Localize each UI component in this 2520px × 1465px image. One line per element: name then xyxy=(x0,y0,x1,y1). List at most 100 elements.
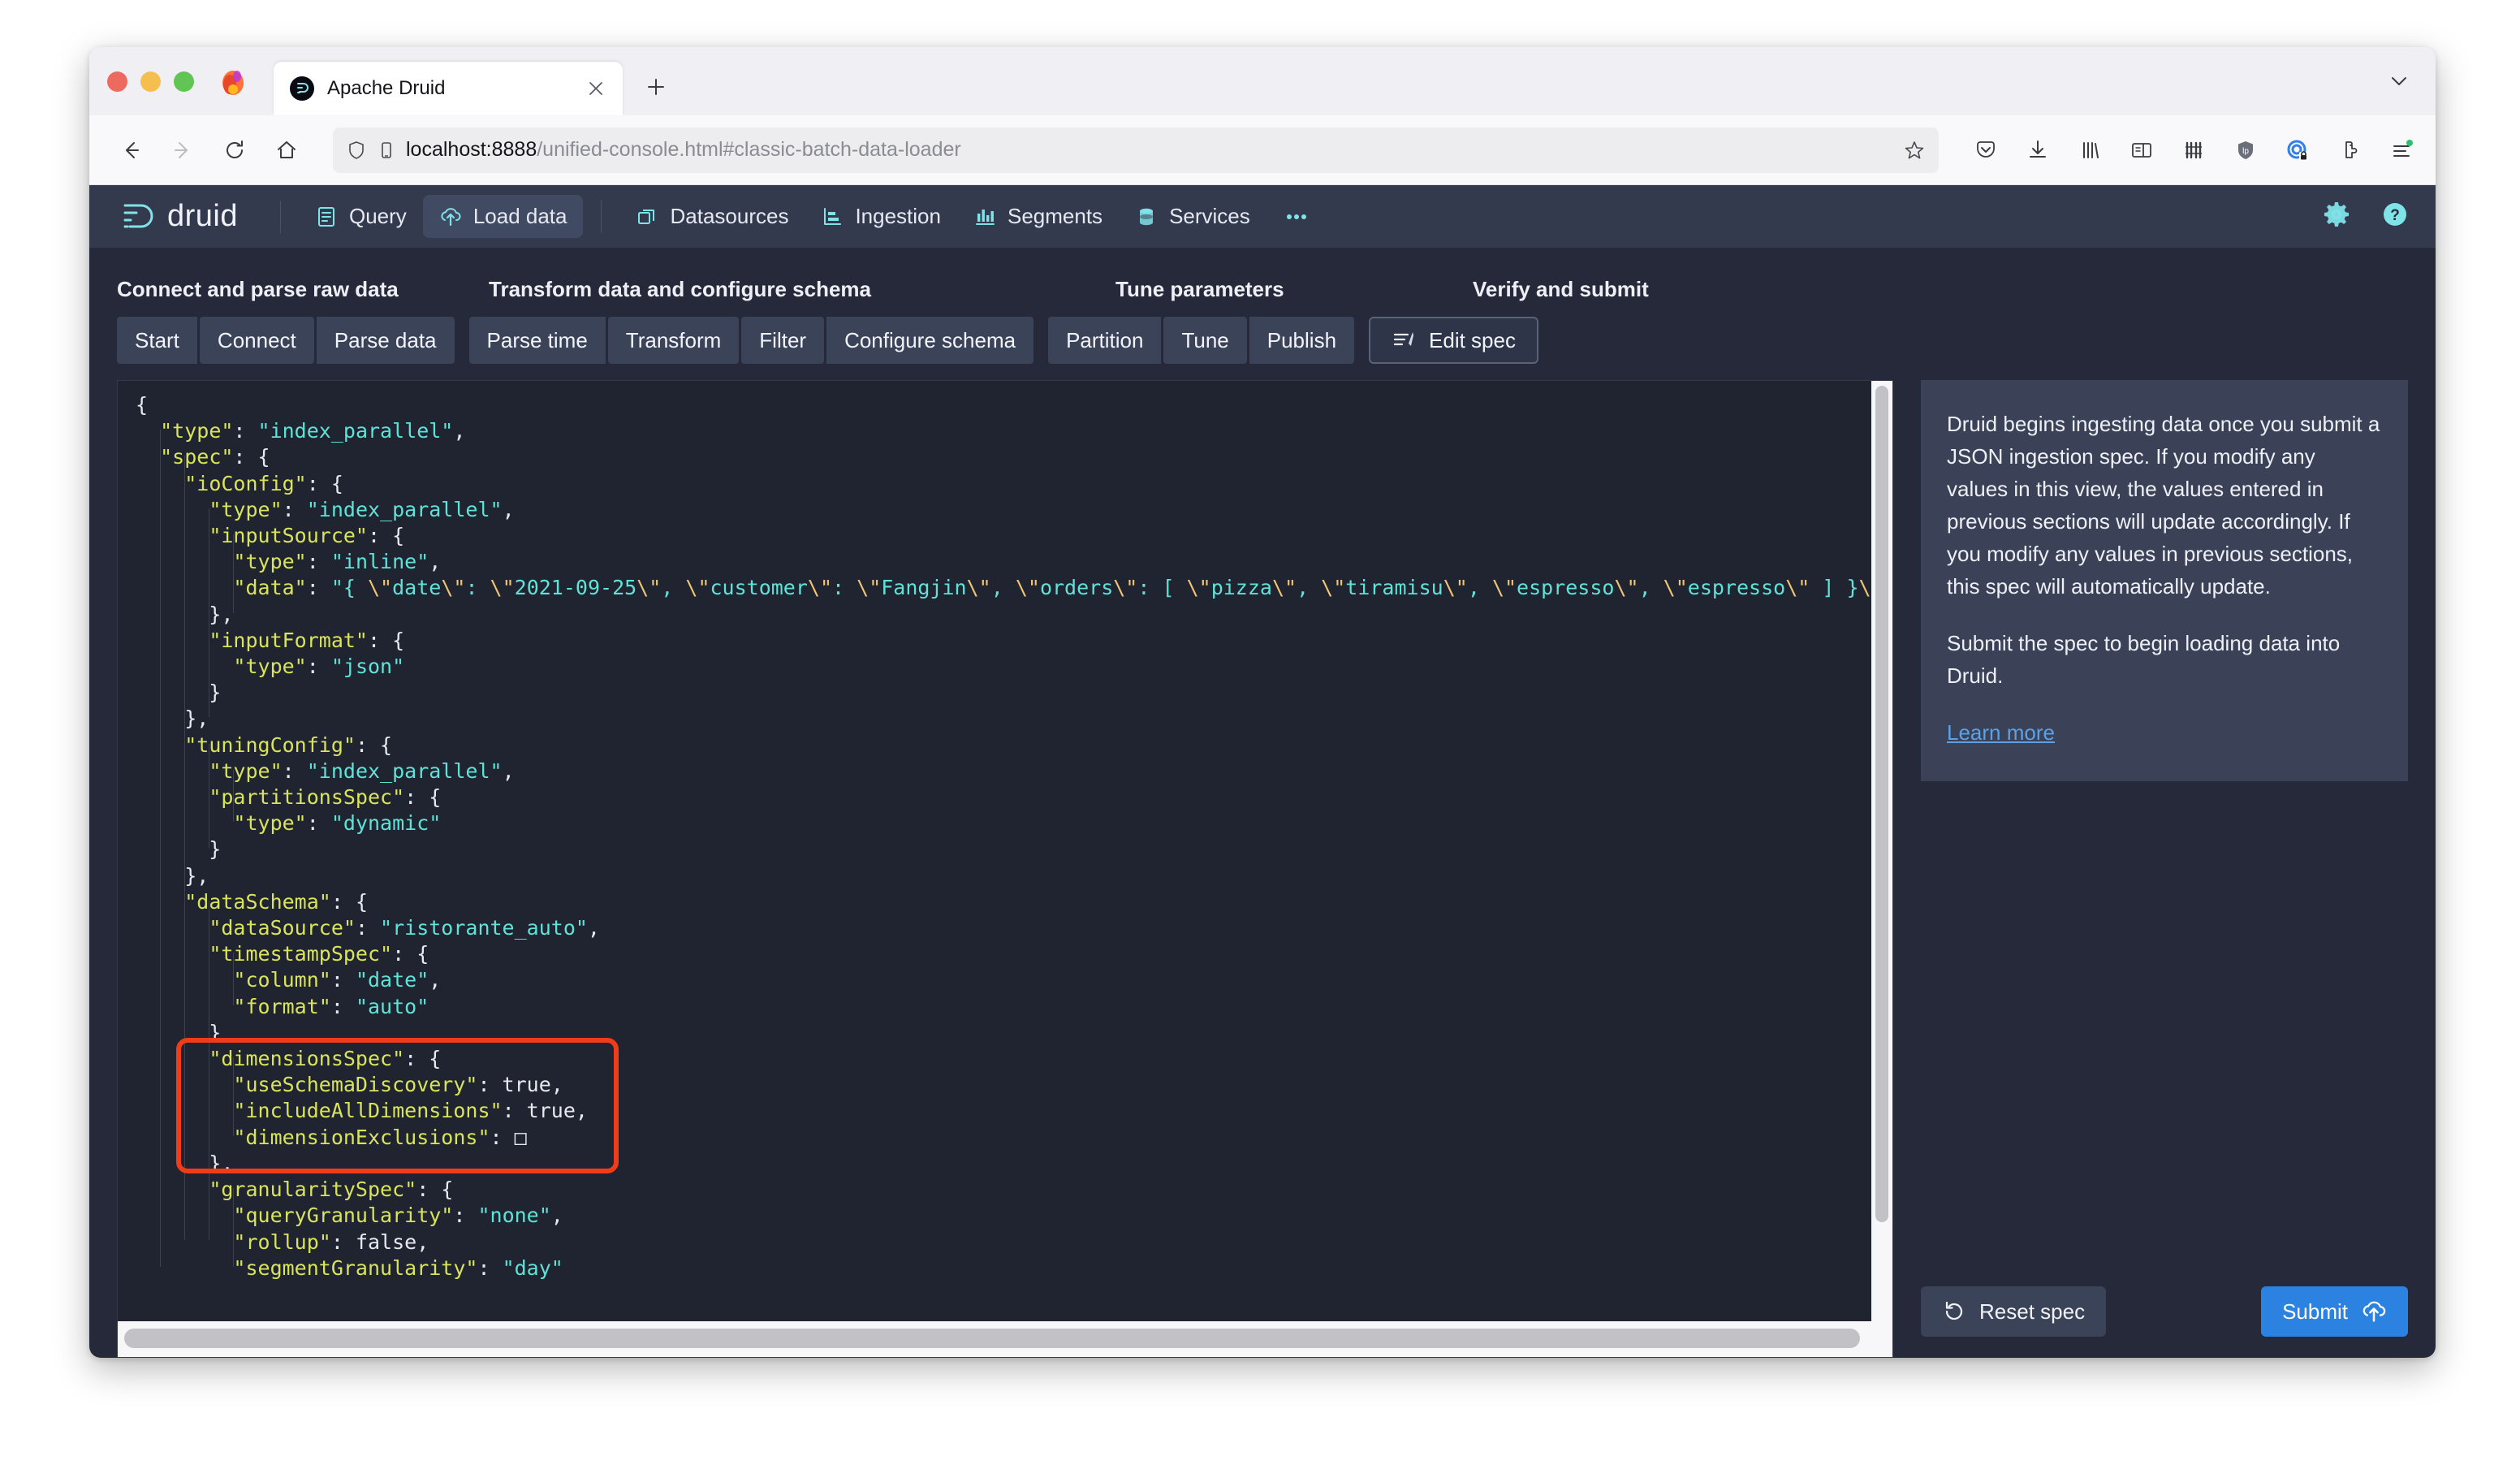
code-line: "format": "auto" xyxy=(136,994,1892,1020)
code-line: "data": "{ \"date\": \"2021-09-25\", \"c… xyxy=(136,575,1892,601)
browser-tab[interactable]: Apache Druid xyxy=(274,62,623,115)
code-line: "ioConfig": { xyxy=(136,471,1892,497)
wizard-step-bar: Connect and parse raw data Transform dat… xyxy=(89,248,2436,364)
edit-spec-icon xyxy=(1392,328,1416,352)
privacy-badger-icon[interactable] xyxy=(2280,132,2315,168)
editor-horizontal-scrollbar[interactable] xyxy=(118,1321,1871,1357)
code-line: "queryGranularity": "none", xyxy=(136,1203,1892,1229)
nav-item-ingestion[interactable]: Ingestion xyxy=(805,195,957,238)
nav-item-query[interactable]: Query xyxy=(299,195,423,238)
code-line: "spec": { xyxy=(136,444,1892,470)
code-line: "timestampSpec": { xyxy=(136,941,1892,967)
nav-item-label: Datasources xyxy=(670,204,788,229)
pocket-icon[interactable] xyxy=(1968,132,2004,168)
maximize-window-button[interactable] xyxy=(174,71,194,92)
url-text[interactable]: localhost:8888/unified-console.html#clas… xyxy=(406,138,1893,162)
help-icon[interactable]: ? xyxy=(2380,200,2410,233)
firefox-logo-icon xyxy=(217,65,249,97)
code-line: "dataSchema": { xyxy=(136,889,1892,915)
step-header-verify: Verify and submit xyxy=(1473,277,1716,302)
code-line: }, xyxy=(136,863,1892,889)
desktop-background: Apache Druid xyxy=(0,0,2520,1465)
side-panel-spacer xyxy=(1921,781,2408,1267)
nav-item-datasources[interactable]: Datasources xyxy=(619,195,805,238)
containers-icon[interactable] xyxy=(2176,132,2211,168)
code-line: "type": "index_parallel", xyxy=(136,758,1892,784)
step-button-start[interactable]: Start xyxy=(117,317,197,364)
close-window-button[interactable] xyxy=(107,71,127,92)
code-indent-guide xyxy=(233,1188,234,1267)
step-button-parse-data[interactable]: Parse data xyxy=(317,317,455,364)
code-line: }, xyxy=(136,602,1892,628)
editor-horizontal-scroll-thumb[interactable] xyxy=(124,1329,1860,1348)
step-button-configure-schema[interactable]: Configure schema xyxy=(826,317,1033,364)
plus-icon[interactable] xyxy=(637,68,675,106)
nav-item-label: Load data xyxy=(473,204,567,229)
step-group-transform: Parse time Transform Filter Configure sc… xyxy=(469,317,1034,364)
druid-navbar-right: ? xyxy=(2322,200,2410,233)
app-menu-icon[interactable] xyxy=(2384,132,2419,168)
code-line: "rollup": false, xyxy=(136,1229,1892,1255)
spec-json-code[interactable]: { "type": "index_parallel", "spec": { "i… xyxy=(118,392,1892,1357)
sidebar-icon[interactable] xyxy=(2124,132,2160,168)
gear-icon[interactable] xyxy=(2322,200,2351,233)
step-button-publish[interactable]: Publish xyxy=(1249,317,1354,364)
step-button-filter[interactable]: Filter xyxy=(741,317,824,364)
druid-navbar: druid Query Load data xyxy=(89,185,2436,248)
step-button-transform[interactable]: Transform xyxy=(608,317,740,364)
home-icon[interactable] xyxy=(263,127,310,174)
step-group-connect: Start Connect Parse data xyxy=(117,317,455,364)
forward-arrow-icon[interactable] xyxy=(159,127,206,174)
step-group-tune: Partition Tune Publish xyxy=(1048,317,1354,364)
wizard-step-buttons: Start Connect Parse data Parse time Tran… xyxy=(117,317,2408,364)
ingestion-icon xyxy=(821,205,844,228)
star-icon[interactable] xyxy=(1903,139,1926,162)
step-header-tune: Tune parameters xyxy=(1115,277,1473,302)
downloads-icon[interactable] xyxy=(2020,132,2056,168)
druid-console: druid Query Load data xyxy=(89,185,2436,1358)
datasources-icon xyxy=(636,205,658,228)
page-icon[interactable] xyxy=(377,140,396,160)
shield-icon[interactable] xyxy=(346,140,367,161)
step-header-transform: Transform data and configure schema xyxy=(489,277,1115,302)
code-line: "inputFormat": { xyxy=(136,628,1892,654)
reset-spec-button[interactable]: Reset spec xyxy=(1921,1286,2106,1337)
lastpass-icon[interactable]: lp xyxy=(2228,132,2263,168)
druid-logo[interactable]: druid xyxy=(117,199,262,235)
step-button-partition[interactable]: Partition xyxy=(1048,317,1161,364)
browser-tab-strip: Apache Druid xyxy=(89,47,2436,115)
code-indent-guide xyxy=(184,456,185,1240)
learn-more-link[interactable]: Learn more xyxy=(1947,720,2055,745)
code-line: "type": "json" xyxy=(136,654,1892,680)
nav-item-more[interactable] xyxy=(1266,197,1327,237)
nav-item-label: Services xyxy=(1169,204,1250,229)
library-icon[interactable] xyxy=(2072,132,2108,168)
code-line: }, xyxy=(136,1151,1892,1177)
submit-button[interactable]: Submit xyxy=(2261,1286,2408,1337)
reset-icon xyxy=(1942,1299,1966,1324)
step-button-connect[interactable]: Connect xyxy=(200,317,314,364)
spec-json-editor[interactable]: { "type": "index_parallel", "spec": { "i… xyxy=(117,380,1893,1358)
chevron-down-icon[interactable] xyxy=(2385,67,2413,99)
code-line: "granularitySpec": { xyxy=(136,1177,1892,1203)
code-line: "type": "index_parallel", xyxy=(136,497,1892,523)
code-line: } xyxy=(136,680,1892,706)
nav-item-services[interactable]: Services xyxy=(1119,195,1266,238)
back-arrow-icon[interactable] xyxy=(107,127,154,174)
editor-vertical-scrollbar[interactable] xyxy=(1871,381,1892,1357)
minimize-window-button[interactable] xyxy=(140,71,161,92)
info-card: Druid begins ingesting data once you sub… xyxy=(1921,380,2408,781)
step-header-connect: Connect and parse raw data xyxy=(117,277,489,302)
close-icon[interactable] xyxy=(584,76,608,101)
code-line: "column": "date", xyxy=(136,967,1892,993)
step-button-parse-time[interactable]: Parse time xyxy=(469,317,606,364)
reload-icon[interactable] xyxy=(211,127,258,174)
editor-vertical-scroll-thumb[interactable] xyxy=(1875,386,1888,1222)
url-bar[interactable]: localhost:8888/unified-console.html#clas… xyxy=(333,127,1939,173)
nav-item-segments[interactable]: Segments xyxy=(957,195,1119,238)
nav-item-load-data[interactable]: Load data xyxy=(423,195,584,238)
extensions-icon[interactable] xyxy=(2332,132,2367,168)
step-button-tune[interactable]: Tune xyxy=(1163,317,1246,364)
step-button-edit-spec[interactable]: Edit spec xyxy=(1369,317,1538,364)
more-icon xyxy=(1283,205,1310,228)
